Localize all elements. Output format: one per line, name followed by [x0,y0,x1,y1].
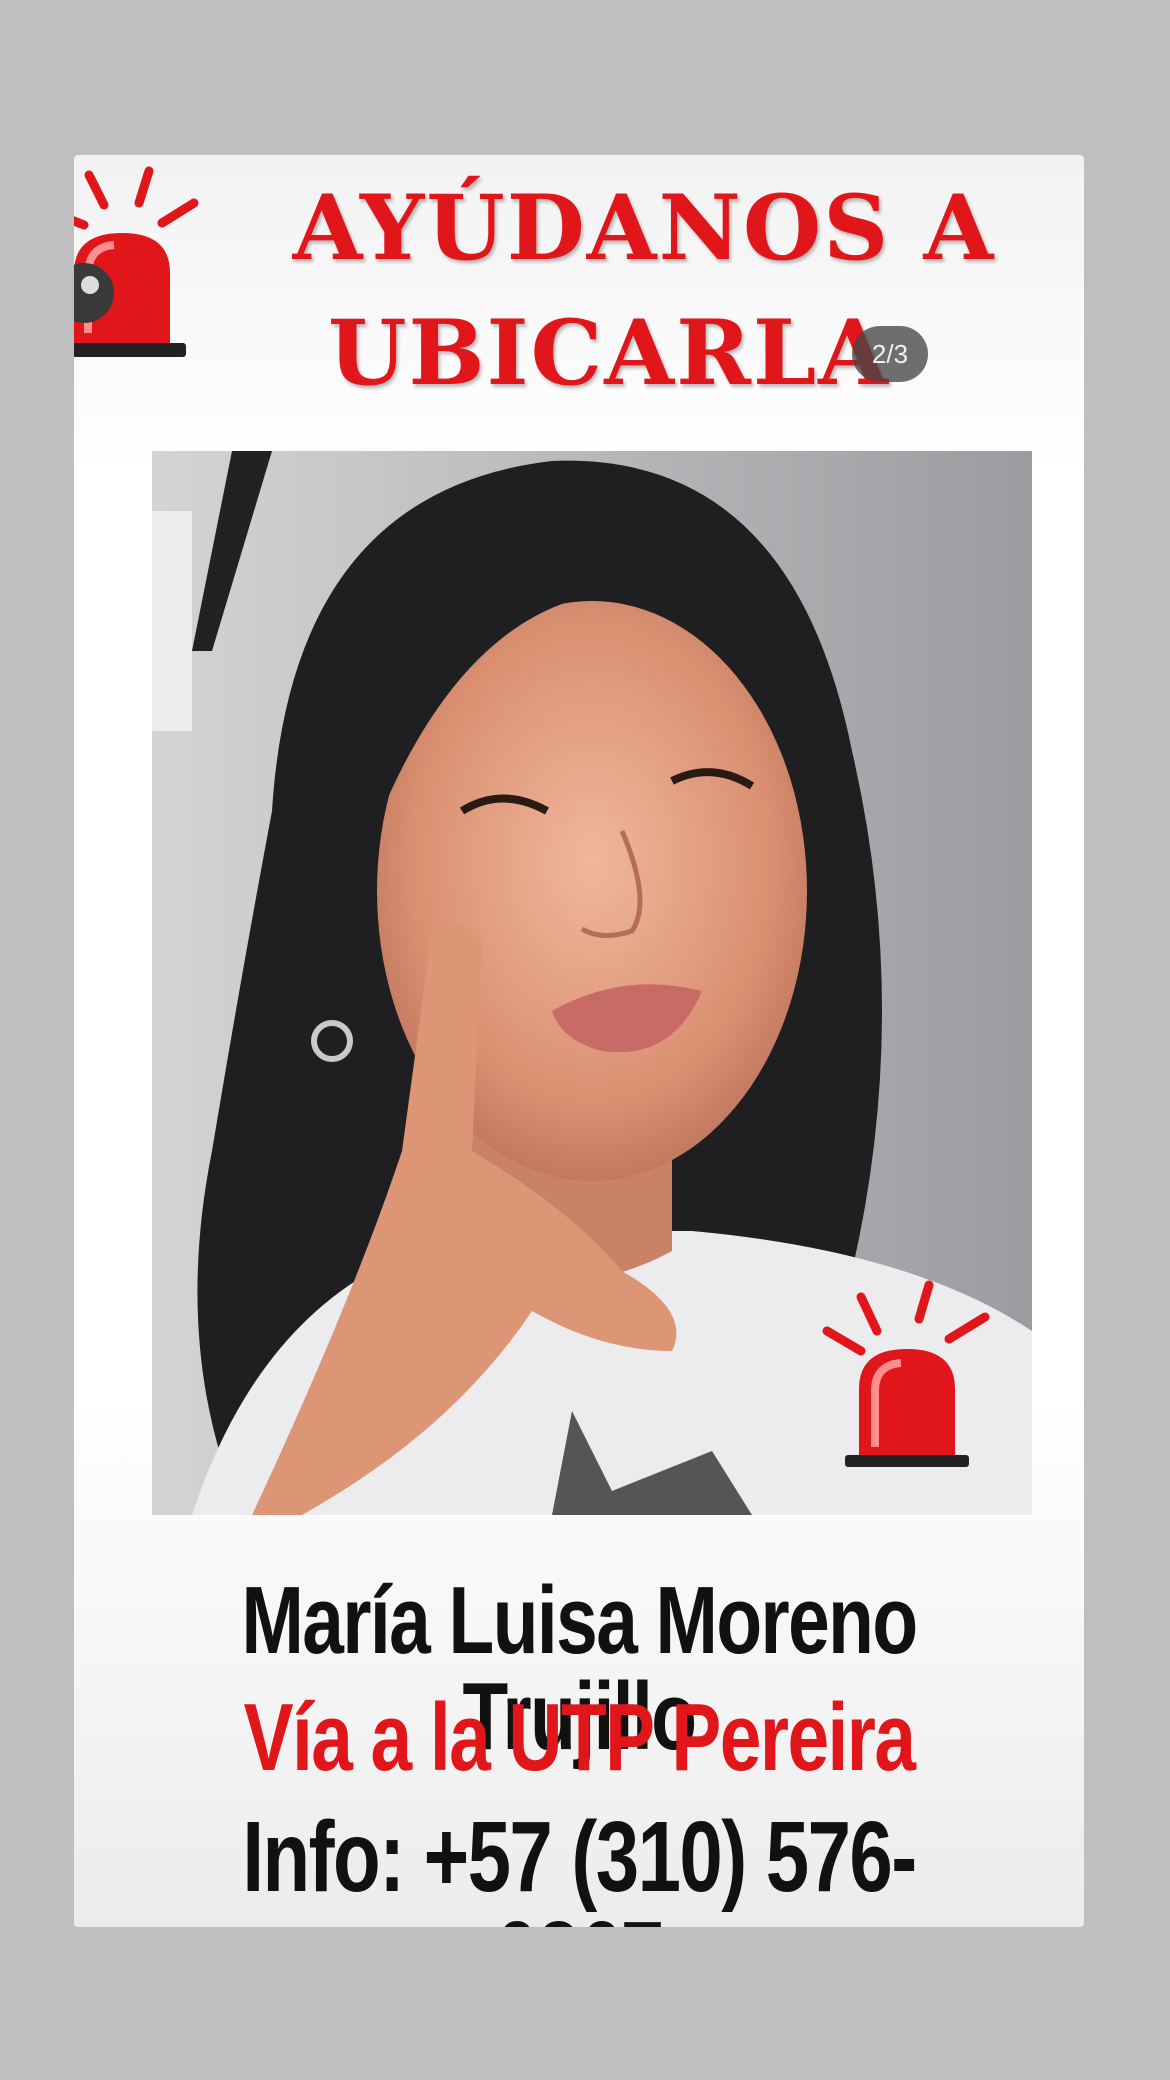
missing-person-poster: AYÚDANOS A UBICARLA María Luisa Moreno T… [74,155,1084,1927]
headline-line-2: UBICARLA [327,300,891,406]
contact-phone: Info: +57 (310) 576-0367 [242,1801,917,1927]
siren-icon [822,1280,990,1467]
last-seen-location: Vía a la UTP Pereira [243,1684,916,1791]
headline-line-1: AYÚDANOS A [292,175,996,281]
slide-counter-badge: 2/3 [852,326,928,382]
